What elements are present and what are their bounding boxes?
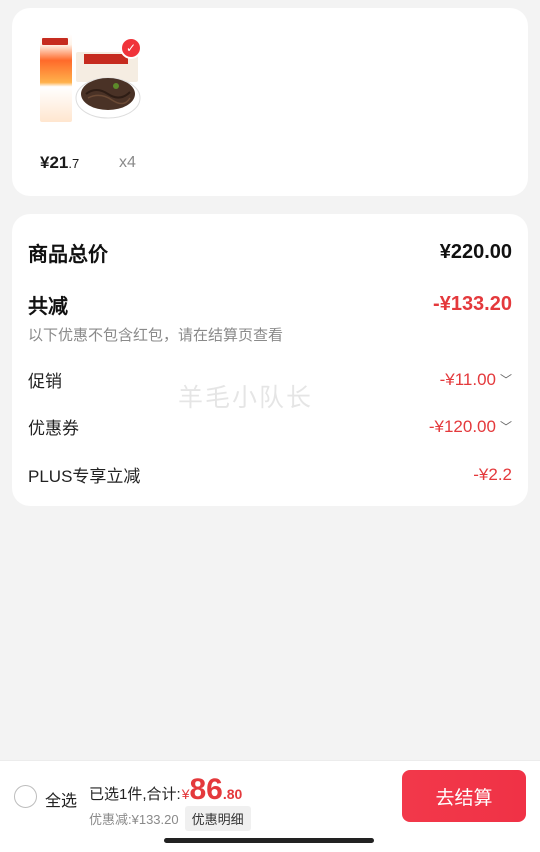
select-all-radio[interactable]: [14, 785, 37, 808]
coupon-label: 优惠券: [28, 419, 79, 438]
product-price: ¥21.7: [40, 153, 79, 173]
promo-amount: -¥11.00: [439, 369, 496, 389]
total-reduction-value: -¥133.20: [433, 293, 512, 315]
selected-summary: 已选1件,合计: ¥ 86 .80: [89, 773, 242, 807]
plus-discount-label: PLUS专享立减: [28, 467, 141, 486]
product-price-decimal: .7: [68, 156, 80, 171]
coupon-amount: -¥120.00: [428, 416, 496, 436]
price-summary-card: 商品总价 ¥220.00 共减 -¥133.20 以下优惠不包含红包，请在结算页…: [12, 214, 528, 506]
coupon-row[interactable]: 优惠券 -¥120.00 ﹀: [28, 414, 512, 439]
product-image[interactable]: ✓: [40, 34, 150, 126]
discount-detail-button[interactable]: 优惠明细: [184, 806, 251, 831]
brand-logo-icon: [42, 38, 68, 45]
amount-decimal: .80: [222, 786, 243, 802]
product-quantity: x4: [119, 154, 136, 171]
total-reduction-label: 共减: [28, 296, 68, 318]
discount-text: 优惠减:¥133.20: [89, 812, 179, 827]
home-indicator[interactable]: [164, 838, 374, 843]
chevron-down-icon[interactable]: ﹀: [500, 418, 512, 435]
noodle-bowl-icon: [75, 52, 141, 119]
check-badge-icon: ✓: [120, 37, 142, 59]
product-price-integer: ¥21: [40, 153, 69, 172]
package-box-icon: [40, 34, 72, 122]
amount-integer: 86: [189, 773, 223, 806]
promo-value: -¥11.00 ﹀: [440, 370, 512, 390]
total-amount: ¥ 86 .80: [182, 773, 243, 807]
promo-label: 促销: [28, 372, 62, 391]
total-price-row: 商品总价 ¥220.00: [28, 238, 512, 267]
checkout-button[interactable]: 去结算: [402, 770, 526, 822]
total-reduction-row: 共减 -¥133.20: [28, 290, 512, 319]
discount-summary: 优惠减:¥133.20 优惠明细: [89, 806, 251, 831]
total-price-value: ¥220.00: [439, 241, 512, 263]
total-price-label: 商品总价: [28, 244, 108, 266]
selected-count-text: 已选1件,合计:: [89, 786, 181, 803]
select-all-label[interactable]: 全选: [45, 787, 77, 811]
amount-currency: ¥: [181, 786, 190, 802]
product-card: ✓ ¥21.7 x4: [12, 8, 528, 196]
promo-row[interactable]: 促销 -¥11.00 ﹀: [28, 367, 512, 392]
plus-discount-value: -¥2.2: [473, 464, 512, 484]
coupon-value: -¥120.00 ﹀: [429, 417, 512, 437]
discount-hint: 以下优惠不包含红包，请在结算页查看: [28, 327, 284, 344]
chevron-down-icon[interactable]: ﹀: [500, 371, 512, 388]
plus-discount-row: PLUS专享立减 -¥2.2: [28, 462, 512, 487]
